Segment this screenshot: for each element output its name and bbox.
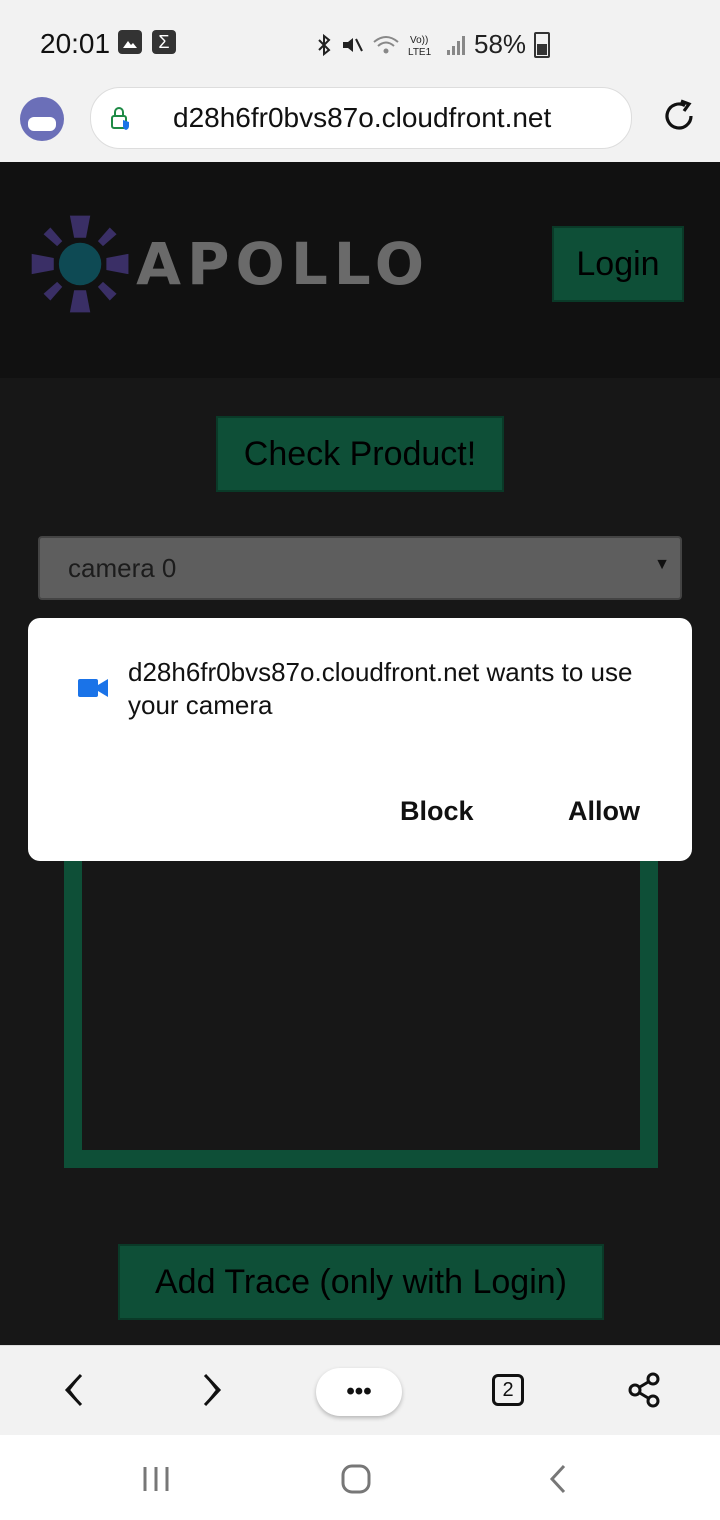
camera-preview-frame [64, 808, 658, 1168]
recent-apps-icon[interactable] [136, 1461, 176, 1497]
add-trace-button[interactable]: Add Trace (only with Login) [118, 1244, 604, 1320]
status-bar: 20:01 Σ Vo)) LTE1 58% [0, 0, 720, 86]
status-time: 20:01 [40, 28, 111, 59]
menu-button[interactable]: ••• [316, 1368, 402, 1416]
apollo-logo[interactable]: APOLLO [30, 204, 430, 324]
share-icon[interactable] [622, 1368, 666, 1412]
tabs-count: 2 [492, 1374, 524, 1406]
gallery-icon [118, 30, 142, 54]
logo-wordmark: APOLLO [136, 230, 430, 298]
svg-text:Vo)): Vo)) [410, 35, 428, 46]
bluetooth-icon [318, 33, 331, 56]
permission-message: d28h6fr0bvs87o.cloudfront.net wants to u… [128, 657, 633, 720]
site-header: APOLLO Login [0, 162, 720, 378]
back-icon[interactable] [52, 1368, 96, 1412]
secure-lock-icon[interactable] [109, 106, 131, 130]
signal-icon [447, 35, 465, 55]
status-system-icons: Vo)) LTE1 58% [316, 29, 551, 60]
address-bar[interactable]: d28h6fr0bvs87o.cloudfront.net [90, 87, 632, 149]
sun-logo-icon [31, 215, 129, 313]
video-camera-icon [78, 679, 108, 697]
volte-icon: Vo))LTE1 [408, 35, 432, 57]
url-text[interactable]: d28h6fr0bvs87o.cloudfront.net [173, 102, 551, 134]
page-body: Check Product! camera 0 ▼ Add Trace (onl… [0, 378, 720, 1345]
dropdown-arrow-icon: ▼ [654, 556, 670, 573]
back-nav-icon[interactable] [538, 1461, 578, 1497]
camera-permission-dialog: d28h6fr0bvs87o.cloudfront.net wants to u… [28, 618, 692, 861]
home-icon[interactable] [336, 1461, 376, 1497]
camera-select-value: camera 0 [68, 552, 177, 583]
allow-button[interactable]: Allow [568, 796, 640, 827]
login-button[interactable]: Login [552, 226, 684, 302]
check-product-button[interactable]: Check Product! [216, 416, 504, 492]
tabs-button[interactable]: 2 [486, 1368, 530, 1412]
battery-icon [534, 31, 551, 58]
forward-icon[interactable] [190, 1368, 234, 1412]
system-nav-bar [0, 1435, 720, 1520]
reload-icon[interactable] [660, 97, 698, 135]
browser-toolbar: ••• 2 [0, 1345, 720, 1436]
battery-percent: 58% [474, 29, 527, 59]
camera-select[interactable]: camera 0 ▼ [38, 536, 682, 600]
browser-address-row: d28h6fr0bvs87o.cloudfront.net [0, 86, 720, 162]
wifi-icon [373, 35, 399, 53]
sigma-icon: Σ [152, 30, 176, 54]
block-button[interactable]: Block [400, 796, 474, 827]
svg-text:LTE1: LTE1 [408, 47, 432, 57]
profile-avatar-icon[interactable] [20, 97, 64, 141]
mute-icon [343, 37, 363, 52]
status-notification-icons: Σ [118, 30, 176, 54]
